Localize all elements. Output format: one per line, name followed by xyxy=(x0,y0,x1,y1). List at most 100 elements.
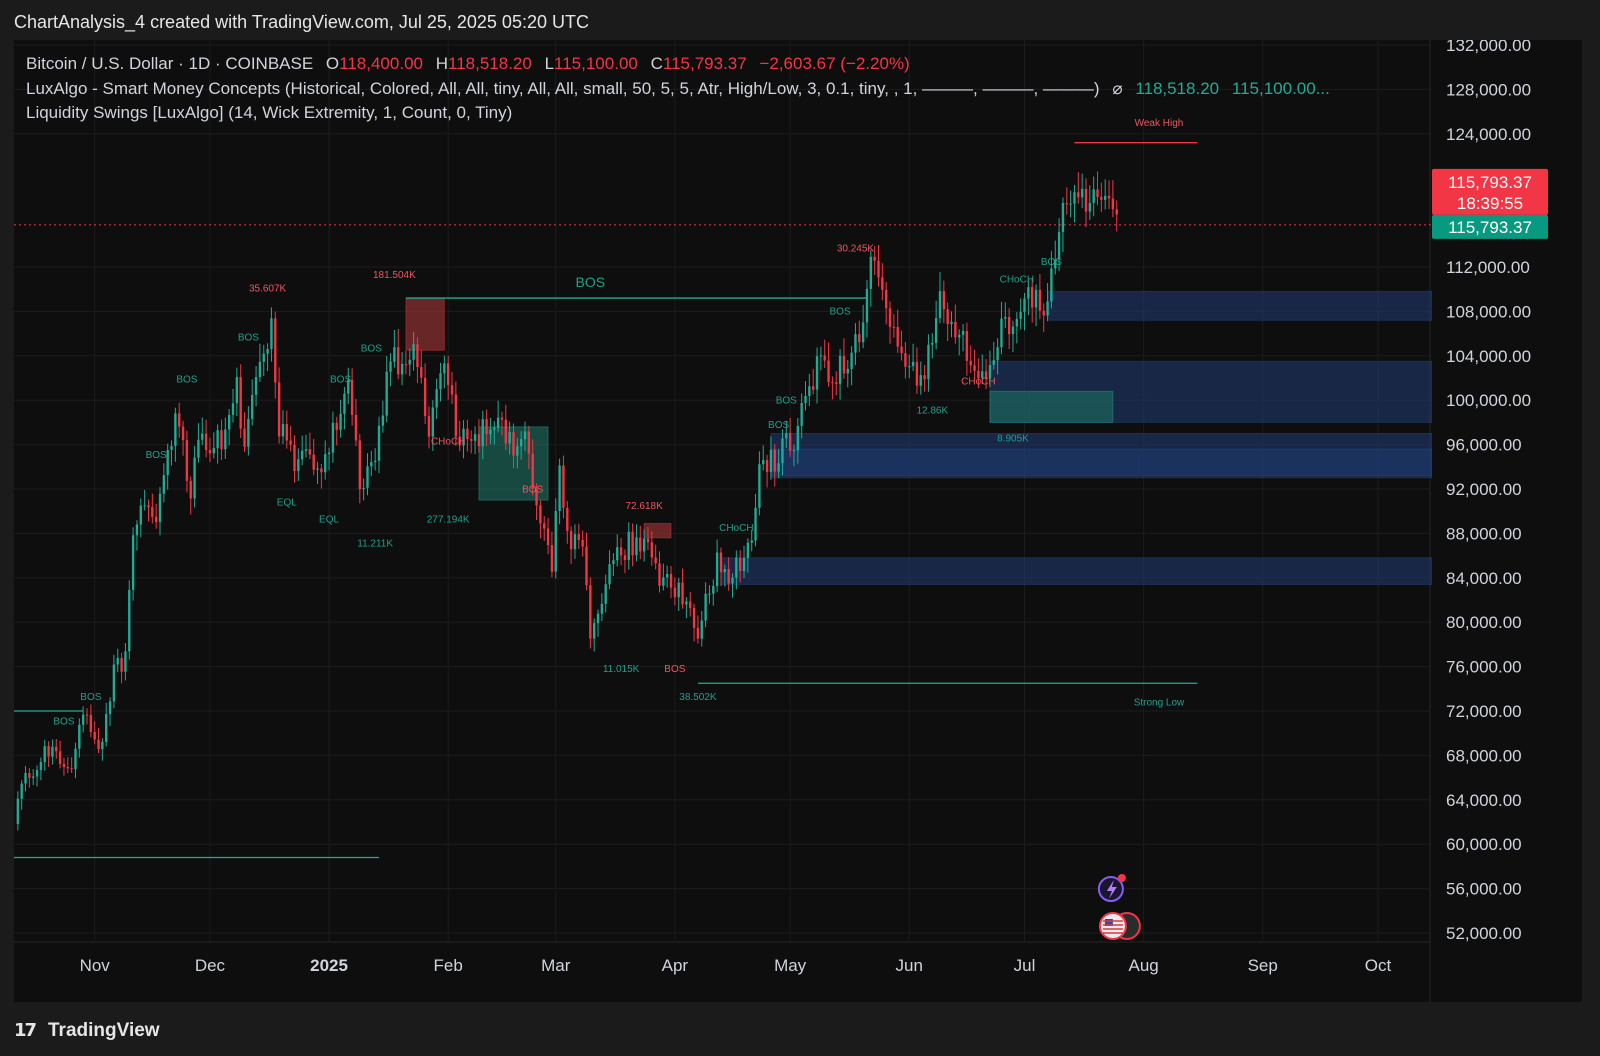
symbol-label[interactable]: Bitcoin / U.S. Dollar · 1D · COINBASE xyxy=(26,54,313,73)
candle-body xyxy=(881,277,884,290)
candle-body xyxy=(639,537,642,552)
candle-body xyxy=(865,288,869,323)
candle-body xyxy=(39,762,43,770)
candle-body xyxy=(1034,289,1038,308)
candle-body xyxy=(185,440,189,481)
price-axis-tick-label: 68,000.00 xyxy=(1446,746,1522,765)
candle-body xyxy=(592,623,596,639)
candle-body xyxy=(777,463,780,472)
candle-body xyxy=(596,613,600,624)
time-axis-tick-label: Dec xyxy=(195,956,226,975)
chart-annotation: BOS xyxy=(238,332,259,343)
candle-body xyxy=(400,363,404,375)
chart-annotation: 277.194K xyxy=(427,514,470,525)
candle-body xyxy=(642,538,646,552)
chart-panel[interactable]: Weak High Strong Low BOS 35.607K 181.504K 30.… xyxy=(14,40,1582,1002)
candle-body xyxy=(965,331,969,361)
candle-body xyxy=(1031,287,1034,308)
price-axis-tick-label: 104,000.00 xyxy=(1446,347,1531,366)
time-axis-tick-label: Feb xyxy=(434,956,463,975)
low-label: L xyxy=(544,54,555,73)
candle-body xyxy=(493,427,496,430)
candle-body xyxy=(558,465,561,511)
candle-body xyxy=(47,746,50,757)
chart-annotation: 35.607K xyxy=(249,283,287,294)
chart-annotation: BOS xyxy=(576,274,606,290)
chart-annotation: BOS xyxy=(361,343,382,354)
time-axis-tick-label: Aug xyxy=(1128,956,1158,975)
candle-body xyxy=(439,373,442,390)
candle-body xyxy=(393,347,396,362)
candle-body xyxy=(485,419,488,435)
candle-body xyxy=(450,384,454,395)
candle-body xyxy=(327,452,331,455)
candle-body xyxy=(931,342,934,345)
candle-body xyxy=(277,382,281,437)
candle-body xyxy=(858,334,861,343)
candle-body xyxy=(285,424,288,441)
candle-body xyxy=(408,359,411,365)
time-axis-tick-label: May xyxy=(774,956,807,975)
candle-body xyxy=(708,593,711,595)
chart-annotation: CHoCH xyxy=(431,437,465,448)
candle-body xyxy=(43,746,46,763)
change-value: −2,603.67 (−2.20%) xyxy=(759,54,910,73)
candle-body xyxy=(996,347,999,361)
price-axis-tick-label: 64,000.00 xyxy=(1446,791,1522,810)
candle-body xyxy=(1019,311,1022,319)
candle-body xyxy=(74,748,77,770)
candle-body xyxy=(938,291,942,319)
candle-body xyxy=(762,460,765,465)
tradingview-logo-text[interactable]: TradingView xyxy=(48,1020,160,1042)
candle-body xyxy=(170,445,173,450)
price-axis-tick-label: 84,000.00 xyxy=(1446,569,1522,588)
candle-body xyxy=(1038,289,1042,311)
candle-body xyxy=(692,607,696,628)
candle-body xyxy=(677,582,680,598)
candle-body xyxy=(658,563,661,586)
last-price-tag-value: 115,793.37 xyxy=(1448,173,1532,192)
candle-body xyxy=(35,769,39,777)
candle-body xyxy=(366,466,369,488)
price-axis-tick-label: 108,000.00 xyxy=(1446,302,1531,321)
candle-body xyxy=(270,318,273,349)
candle-body xyxy=(116,658,119,665)
indicator-smc-value-2: 115,100.00... xyxy=(1231,78,1330,98)
candle-body xyxy=(685,601,688,605)
price-axis-tick-label: 128,000.00 xyxy=(1446,80,1531,99)
candle-body xyxy=(785,433,788,439)
candle-body xyxy=(654,557,657,564)
indicator-smc-label[interactable]: LuxAlgo - Smart Money Concepts (Historic… xyxy=(26,79,1100,98)
candle-body xyxy=(1111,198,1115,210)
chart-header: ChartAnalysis_4 created with TradingView… xyxy=(0,0,1600,44)
candle-body xyxy=(166,449,169,476)
candle-body xyxy=(662,577,665,586)
close-label: C xyxy=(650,54,663,73)
candle-body xyxy=(381,415,385,426)
indicator-liquidity-label[interactable]: Liquidity Swings [LuxAlgo] (14, Wick Ext… xyxy=(26,103,512,122)
candle-body xyxy=(700,620,703,639)
chart-annotation: EQL xyxy=(319,514,339,525)
candle-body xyxy=(297,459,300,471)
chart-annotation: BOS xyxy=(522,484,543,495)
candle-body xyxy=(370,462,373,467)
candle-body xyxy=(946,309,949,325)
candle-body xyxy=(212,448,215,454)
candle-body xyxy=(28,772,31,778)
candle-body xyxy=(373,460,377,463)
indicator-smc-value-1: 118,518.20 xyxy=(1135,78,1220,98)
candle-body xyxy=(500,417,504,420)
countdown-tag-value: 18:39:55 xyxy=(1457,194,1523,213)
chart-annotation: 8.905K xyxy=(997,433,1029,444)
candle-body xyxy=(727,568,730,584)
candle-body xyxy=(961,331,965,335)
chart-annotation: BOS xyxy=(768,420,789,431)
tradingview-logo-icon[interactable]: 17 xyxy=(14,1020,37,1041)
candle-body xyxy=(216,430,219,449)
price-chart[interactable]: Weak HighStrong LowBOS35.607K181.504K30.… xyxy=(14,40,1582,1002)
candle-body xyxy=(70,768,73,770)
candle-body xyxy=(543,523,546,529)
candle-body xyxy=(231,403,235,415)
chart-annotation: BOS xyxy=(830,307,851,318)
candle-body xyxy=(969,360,972,366)
